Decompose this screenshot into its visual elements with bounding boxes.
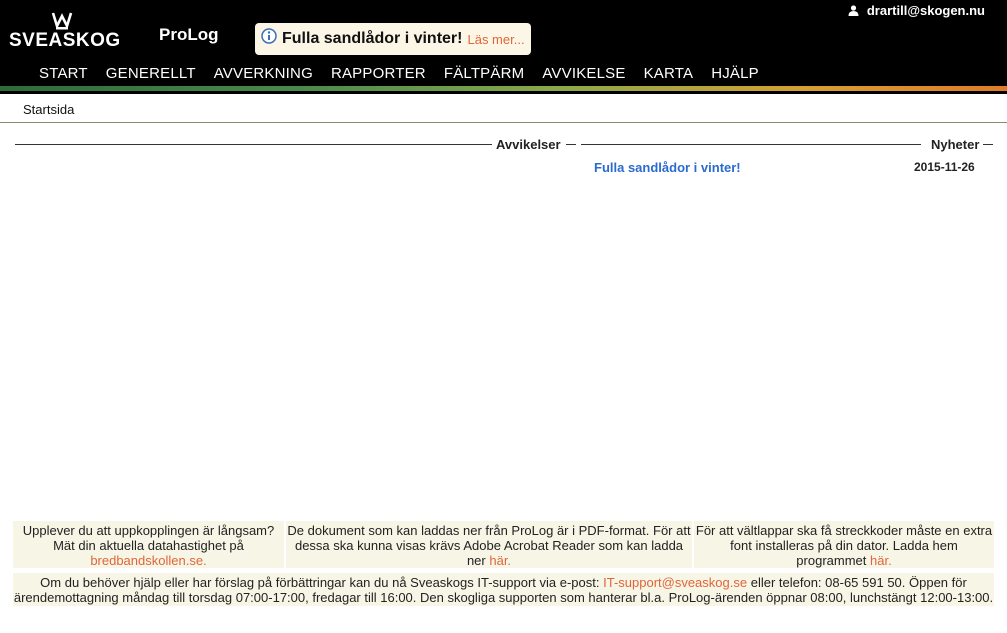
user-icon — [848, 5, 859, 16]
main-nav: START GENERELLT AVVERKNING RAPPORTER FÄL… — [0, 60, 1007, 86]
footer-pdf: De dokument som kan laddas ner från ProL… — [286, 521, 692, 568]
footer-info-row: Upplever du att uppkopplingen är långsam… — [13, 521, 994, 568]
news-panel-title: Nyheter — [927, 137, 984, 152]
news-rule-right — [983, 144, 993, 145]
deviations-panel-header: Avvikelser — [15, 136, 577, 152]
deviations-panel-title: Avvikelser — [492, 137, 565, 152]
logo-text: SVEASKOG — [9, 30, 121, 51]
news-panel-header: Nyheter — [581, 136, 993, 152]
support-email-link[interactable]: IT-support@sveaskog.se — [603, 575, 747, 590]
news-banner-title: Fulla sandlådor i vinter! — [282, 30, 463, 47]
footer-speedtest: Upplever du att uppkopplingen är långsam… — [13, 521, 284, 568]
nav-item-generellt[interactable]: GENERELLT — [97, 60, 205, 86]
sveaskog-logo[interactable]: SVEASKOG — [9, 12, 120, 52]
news-item-date: 2015-11-26 — [914, 160, 975, 174]
nav-item-karta[interactable]: KARTA — [635, 60, 703, 86]
breadcrumb-current: Startsida — [23, 102, 75, 117]
info-icon — [261, 28, 277, 44]
footer-font-text: För att vältlappar ska få streckkoder må… — [695, 523, 993, 568]
acrobat-download-link[interactable]: här. — [489, 553, 511, 568]
header: SVEASKOG ProLog Fulla sandlådor i vinter… — [0, 0, 1007, 60]
nav-list: START GENERELLT AVVERKNING RAPPORTER FÄL… — [30, 60, 768, 86]
read-more-link[interactable]: Läs mer... — [467, 32, 524, 47]
nav-item-hjalp[interactable]: HJÄLP — [702, 60, 768, 86]
user-email: drartill@skogen.nu — [866, 3, 985, 18]
breadcrumb: Startsida — [0, 94, 1007, 123]
nav-item-rapporter[interactable]: RAPPORTER — [322, 60, 435, 86]
nav-item-start[interactable]: START — [30, 60, 97, 86]
user-menu[interactable]: drartill@skogen.nu — [848, 3, 985, 18]
footer-speedtest-text: Upplever du att uppkopplingen är långsam… — [22, 523, 275, 553]
nav-item-avverkning[interactable]: AVVERKNING — [205, 60, 322, 86]
footer-support: Om du behöver hjälp eller har förslag på… — [13, 573, 994, 606]
bredbandskollen-link[interactable]: bredbandskollen.se. — [90, 553, 206, 568]
news-rule-left — [581, 144, 921, 145]
footer-font: För att vältlappar ska få streckkoder må… — [694, 521, 994, 568]
deviations-rule-left — [15, 144, 495, 145]
footer-support-text: Om du behöver hjälp eller har förslag på… — [40, 575, 600, 590]
deviations-rule-right — [566, 144, 576, 145]
nav-item-faltparm[interactable]: FÄLTPÄRM — [435, 60, 534, 86]
app-name: ProLog — [159, 25, 219, 44]
nav-item-avvikelse[interactable]: AVVIKELSE — [533, 60, 634, 86]
crown-icon — [51, 12, 73, 30]
news-banner[interactable]: Fulla sandlådor i vinter! Läs mer... — [255, 23, 531, 55]
news-item-link[interactable]: Fulla sandlådor i vinter! — [594, 160, 741, 175]
font-download-link[interactable]: här. — [870, 553, 892, 568]
